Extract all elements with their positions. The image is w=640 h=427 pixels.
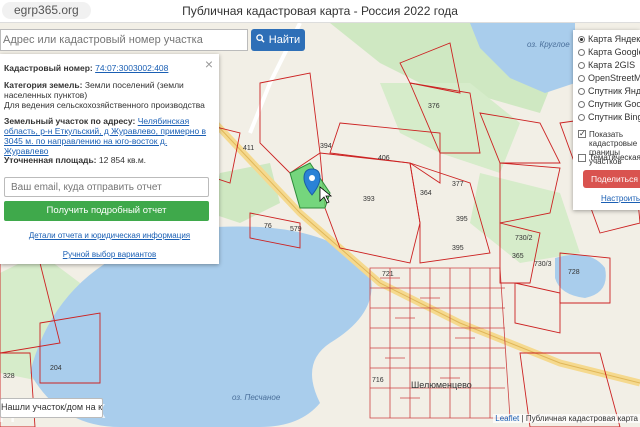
- parcel-label: 730/2: [515, 235, 533, 242]
- configure-map-link[interactable]: Настроить карту: [601, 194, 640, 203]
- parcel-label: 376: [428, 103, 440, 110]
- cad-label: Кадастровый номер:: [4, 63, 93, 73]
- land-category-row: Категория земель: Земли поселений (земли…: [4, 80, 213, 100]
- get-report-button[interactable]: Получить подробный отчет: [4, 201, 209, 221]
- cadastral-number-row: Кадастровый номер: 74:07:3003002:408: [4, 63, 213, 73]
- thematic-map-toggle[interactable]: Тематическая карта: [578, 153, 640, 162]
- search-icon: [256, 34, 265, 46]
- radio-selected-icon[interactable]: [578, 35, 585, 43]
- search-button[interactable]: Найти: [251, 29, 305, 51]
- parcel-info-panel: × Кадастровый номер: 74:07:3003002:408 К…: [0, 54, 219, 264]
- parcel-label: 406: [378, 155, 390, 162]
- radio-icon[interactable]: [578, 74, 585, 82]
- page-title: Публичная кадастровая карта - Россия 202…: [182, 4, 458, 18]
- parcel-label: 395: [456, 216, 468, 223]
- radio-icon[interactable]: [578, 61, 585, 69]
- parcel-label: 721: [382, 271, 394, 278]
- check2-label: Тематическая карта: [589, 153, 640, 162]
- parcel-label: 395: [452, 245, 464, 252]
- attribution-text: Публичная кадастровая карта: [525, 414, 638, 423]
- layer-label: Карта Яндекс: [588, 34, 640, 44]
- layer-option-osm[interactable]: OpenStreetMap: [578, 73, 640, 83]
- map-label-lake-bottom: оз. Песчаное: [232, 393, 281, 402]
- map-attribution: Leaflet | Публичная кадастровая карта: [493, 414, 640, 423]
- browser-bar: egrp365.org Публичная кадастровая карта …: [0, 0, 640, 23]
- addr-label: Земельный участок по адресу:: [4, 116, 136, 126]
- parcel-label: 728: [568, 269, 580, 276]
- layer-option-google-sat[interactable]: Спутник Google: [578, 99, 640, 109]
- layer-label: Спутник Bing: [588, 112, 640, 122]
- parcel-label: 204: [50, 365, 62, 372]
- radio-icon[interactable]: [578, 100, 585, 108]
- parcel-label: 365: [512, 253, 524, 260]
- parcel-label: 730/3: [534, 261, 552, 268]
- email-input[interactable]: [4, 177, 209, 197]
- parcel-label: 394: [320, 143, 332, 150]
- land-use: Для ведения сельскохозяйственного произв…: [4, 100, 205, 110]
- area-row: Уточненная площадь: 12 854 кв.м.: [4, 155, 213, 165]
- layer-label: Карта 2GIS: [588, 60, 636, 70]
- layer-label: Спутник Яндекс: [588, 86, 640, 96]
- layer-option-yandex-sat[interactable]: Спутник Яндекс: [578, 86, 640, 96]
- cadastral-number-link[interactable]: 74:07:3003002:408: [95, 63, 168, 73]
- radio-icon[interactable]: [578, 113, 585, 121]
- layer-label: OpenStreetMap: [588, 73, 640, 83]
- parcel-label: 393: [363, 196, 375, 203]
- cat-label: Категория земель:: [4, 80, 83, 90]
- leaflet-link[interactable]: Leaflet: [495, 414, 519, 423]
- search-button-label: Найти: [268, 34, 301, 46]
- map-label-lake-top: оз. Круглое: [527, 40, 570, 49]
- area-label: Уточненная площадь:: [4, 155, 97, 165]
- search-input[interactable]: [0, 29, 248, 51]
- radio-icon[interactable]: [578, 48, 585, 56]
- layer-option-2gis-map[interactable]: Карта 2GIS: [578, 60, 635, 70]
- parcel-label: 328: [3, 373, 15, 380]
- layer-option-bing-sat[interactable]: Спутник Bing: [578, 112, 640, 122]
- details-link[interactable]: Детали отчета и юридическая информация: [0, 231, 219, 240]
- area-value: 12 854 кв.м.: [98, 155, 147, 165]
- found-parcel-prompt[interactable]: Нашли участок/дом на карте?: [0, 398, 103, 418]
- manual-choice-link[interactable]: Ручной выбор вариантов: [0, 250, 219, 259]
- parcel-label: 716: [372, 377, 384, 384]
- map-label-village: Шелюменцево: [411, 380, 472, 390]
- share-link-button[interactable]: Поделиться ссылкой: [583, 170, 640, 188]
- parcel-label: 364: [420, 190, 432, 197]
- layer-label: Спутник Google: [588, 99, 640, 109]
- parcel-label: 76: [264, 223, 272, 230]
- layer-option-google-map[interactable]: Карта Google: [578, 47, 640, 57]
- parcel-label: 579: [290, 226, 302, 233]
- layer-switcher-panel: Карта Яндекс Карта Google Карта 2GIS Ope…: [573, 30, 640, 210]
- parcel-label: 377: [452, 181, 464, 188]
- radio-icon[interactable]: [578, 87, 585, 95]
- checkbox-icon[interactable]: [578, 153, 586, 162]
- layer-option-yandex-map[interactable]: Карта Яндекс: [578, 34, 640, 44]
- checkbox-checked-icon[interactable]: ✓: [578, 130, 586, 138]
- layer-label: Карта Google: [588, 47, 640, 57]
- address-row: Земельный участок по адресу: Челябинская…: [4, 116, 213, 156]
- parcel-label: 411: [243, 145, 255, 152]
